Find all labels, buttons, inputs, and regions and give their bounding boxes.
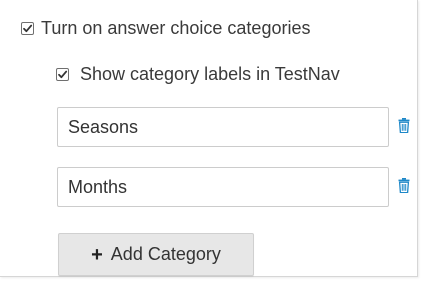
trash-icon[interactable] [398,178,410,194]
category-settings-panel: Turn on answer choice categories Show ca… [0,0,418,277]
checkmark-icon [23,24,33,32]
add-category-button[interactable]: + Add Category [58,233,254,276]
checkmark-icon [58,70,68,78]
add-category-label: Add Category [110,244,221,264]
trash-icon[interactable] [398,118,410,134]
answer-choice-categories-row[interactable]: Turn on answer choice categories [21,18,310,38]
category-name-input[interactable] [57,107,389,147]
show-category-labels-checkbox[interactable] [56,67,69,81]
category-name-input[interactable] [57,167,389,207]
answer-choice-categories-label: Turn on answer choice categories [41,18,311,38]
show-category-labels-row[interactable]: Show category labels in TestNav [56,64,340,84]
answer-choice-categories-checkbox[interactable] [21,21,34,35]
plus-icon: + [91,243,103,266]
show-category-labels-label: Show category labels in TestNav [80,64,340,84]
